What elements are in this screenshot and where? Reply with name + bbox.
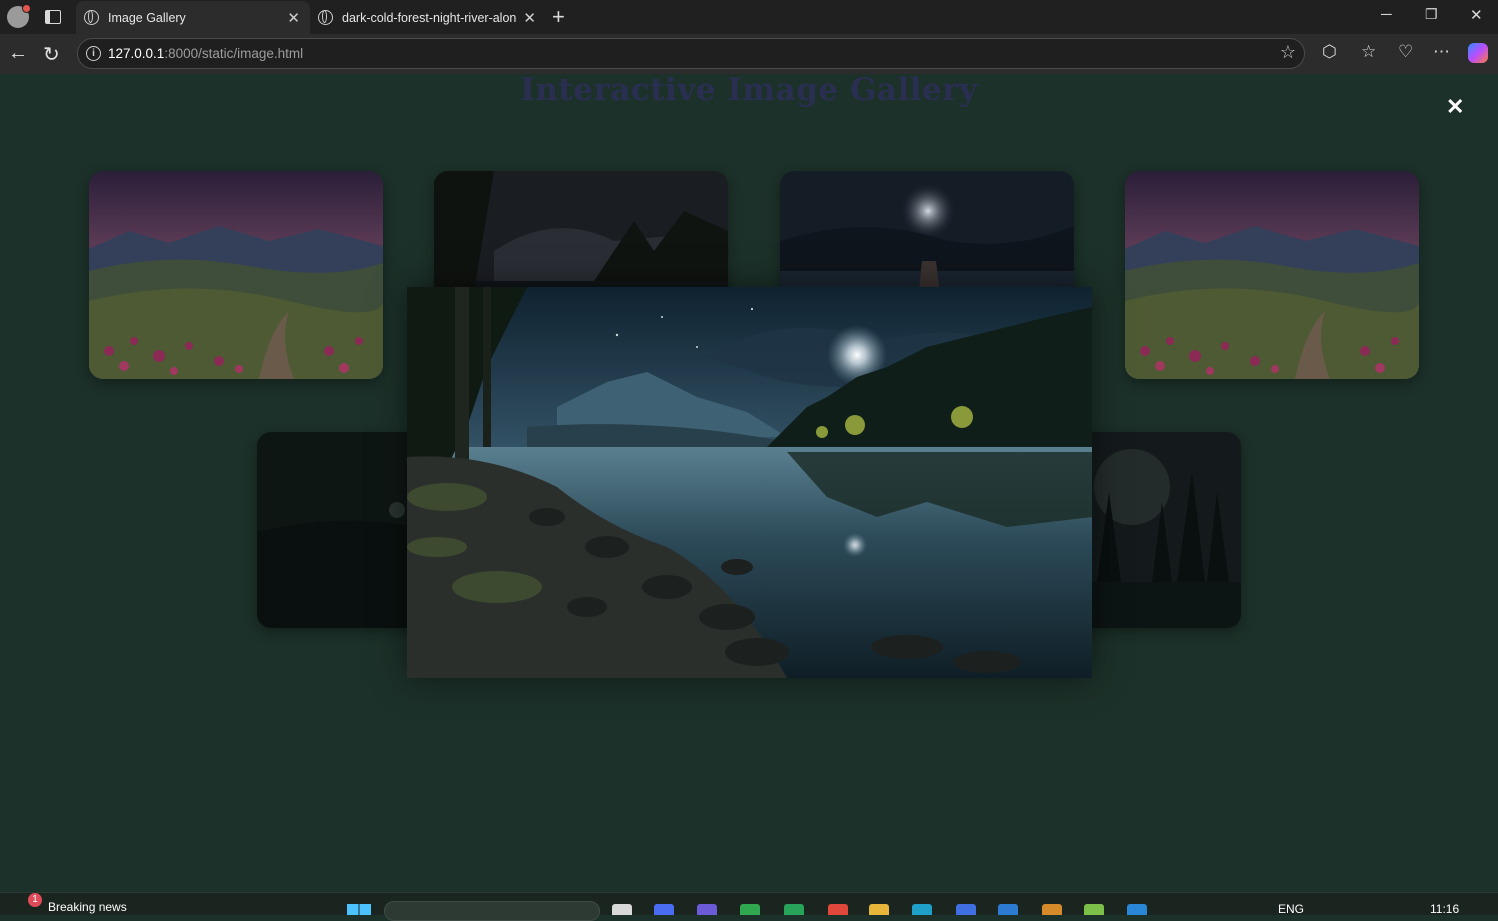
close-window-button[interactable]: ✕	[1470, 6, 1483, 24]
edge-browser-icon[interactable]	[912, 904, 932, 915]
favorite-star-icon[interactable]: ☆	[1280, 42, 1296, 63]
copilot-icon[interactable]	[1468, 43, 1488, 63]
file-explorer-icon[interactable]	[869, 904, 889, 915]
task-view-icon[interactable]	[612, 904, 632, 915]
profile-avatar[interactable]	[7, 4, 31, 28]
globe-icon	[318, 10, 333, 25]
sync-app-icon[interactable]	[740, 904, 760, 915]
tab-actions-icon[interactable]	[45, 10, 61, 24]
app-icon[interactable]	[956, 904, 976, 915]
close-viewer-icon[interactable]: ✕	[1446, 94, 1464, 120]
address-bar[interactable]: i 127.0.0.1:8000/static/image.html ☆	[77, 38, 1305, 69]
news-widget[interactable]: Breaking news	[48, 900, 127, 914]
favorites-icon[interactable]: ☆	[1361, 42, 1376, 62]
river-forest-night-image	[407, 287, 1092, 678]
app-grid-icon[interactable]	[828, 904, 848, 915]
paint-icon[interactable]	[1042, 904, 1062, 915]
browser-essentials-icon[interactable]: ♡	[1398, 42, 1413, 62]
url-text: 127.0.0.1:8000/static/image.html	[108, 46, 304, 61]
tab-label: Image Gallery	[108, 10, 186, 25]
whatsapp-icon[interactable]	[784, 904, 804, 915]
gallery-thumbnail[interactable]	[1125, 171, 1419, 379]
tab-close-icon[interactable]: ✕	[287, 9, 300, 27]
vscode-icon[interactable]	[1127, 904, 1147, 915]
store-icon[interactable]	[998, 904, 1018, 915]
teams-icon[interactable]	[697, 904, 717, 915]
os-taskbar: 1 Breaking news ENG 11:16	[0, 892, 1498, 921]
back-button[interactable]: ←	[8, 42, 28, 65]
restore-button[interactable]: ❐	[1425, 6, 1438, 23]
browser-toolbar: ← ↻ i 127.0.0.1:8000/static/image.html ☆…	[0, 34, 1498, 74]
gallery-thumbnail[interactable]	[89, 171, 383, 379]
copilot-app-icon[interactable]	[654, 904, 674, 915]
site-info-icon[interactable]: i	[86, 46, 101, 61]
reload-button[interactable]: ↻	[43, 42, 60, 67]
meadow-image	[89, 171, 383, 379]
more-menu-icon[interactable]: ⋯	[1433, 42, 1450, 62]
new-tab-button[interactable]: +	[552, 4, 565, 30]
tab-image-gallery[interactable]: Image Gallery ✕	[76, 1, 310, 34]
notes-icon[interactable]	[1084, 904, 1104, 915]
news-count-badge: 1	[28, 893, 42, 907]
tab-close-icon[interactable]: ✕	[523, 9, 536, 27]
meadow-image	[1125, 171, 1419, 379]
tab-label: dark-cold-forest-night-river-along	[342, 10, 517, 25]
tab-dark-forest[interactable]: dark-cold-forest-night-river-along ✕	[310, 1, 546, 34]
extensions-icon[interactable]: ⬡	[1322, 42, 1337, 62]
image-viewer[interactable]	[407, 287, 1092, 678]
globe-icon	[84, 10, 99, 25]
start-button[interactable]	[347, 904, 371, 915]
minimize-button[interactable]: ─	[1381, 6, 1392, 23]
page-title: Interactive Image Gallery	[520, 72, 978, 108]
taskbar-search-input[interactable]	[384, 901, 600, 921]
